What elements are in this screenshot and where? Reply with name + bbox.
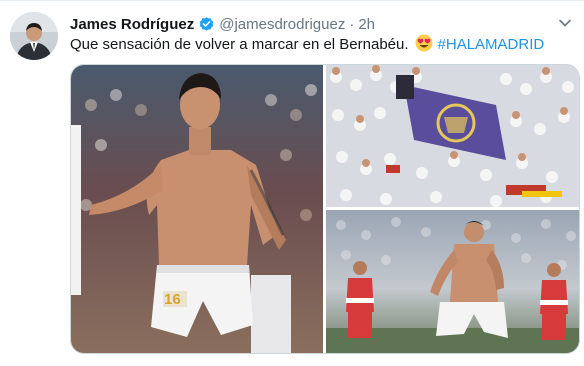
header-separator: · xyxy=(349,15,355,33)
photo-main-celebration[interactable]: 16 xyxy=(71,65,323,353)
author-handle[interactable]: @jamesdrodriguez xyxy=(219,16,345,33)
tweet-timestamp[interactable]: 2h xyxy=(358,16,375,33)
tweet-header: James Rodríguez @jamesdrodriguez · 2h xyxy=(70,14,375,34)
chevron-down-icon[interactable] xyxy=(558,16,572,30)
hashtag-link[interactable]: #HALAMADRID xyxy=(438,36,545,53)
photo-fans-stands[interactable] xyxy=(326,65,579,207)
photo-main-image: 16 xyxy=(71,73,317,353)
tweet-body: Que sensación de volver a marcar en el B… xyxy=(70,36,409,53)
tweet-text: Que sensación de volver a marcar en el B… xyxy=(70,34,544,56)
jersey-number: 16 xyxy=(164,291,181,308)
divider-line xyxy=(0,0,584,1)
heart-eyes-emoji-icon xyxy=(415,34,433,52)
photo-goal-celebration[interactable] xyxy=(326,210,579,353)
verified-badge-icon xyxy=(198,16,215,33)
author-name[interactable]: James Rodríguez xyxy=(70,16,194,33)
avatar[interactable] xyxy=(10,12,58,60)
photo-goal-image xyxy=(326,217,579,353)
photo-fans-image xyxy=(326,65,579,207)
media-grid: 16 xyxy=(70,64,580,354)
avatar-image xyxy=(10,12,58,60)
